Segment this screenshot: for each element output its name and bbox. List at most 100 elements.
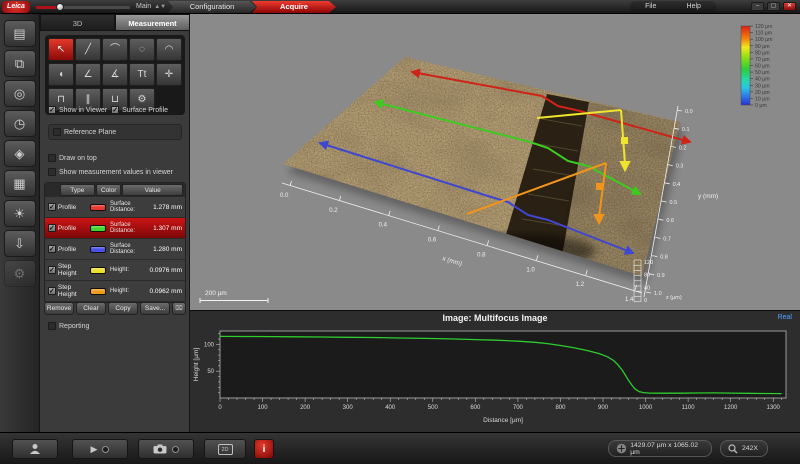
column-header-color[interactable]: Color bbox=[96, 184, 121, 196]
clear-button[interactable]: Clear bbox=[76, 302, 106, 315]
angle-tool-button[interactable]: ∠ bbox=[75, 63, 101, 86]
capture-button[interactable] bbox=[138, 439, 194, 459]
svg-text:0.7: 0.7 bbox=[663, 236, 671, 242]
color-swatch[interactable] bbox=[90, 204, 106, 211]
camera-acquisition-icon[interactable]: ⧉ bbox=[4, 50, 36, 77]
table-row[interactable]: ✓ProfileSurface Distance:1.280 mm bbox=[45, 239, 185, 260]
column-header-type[interactable]: Type bbox=[60, 184, 95, 196]
magnification-readout: 242X bbox=[720, 440, 768, 457]
display-2d-icon: 2D bbox=[218, 444, 233, 455]
intensity-slider[interactable] bbox=[36, 6, 130, 9]
table-row[interactable]: ✓ProfileSurface Distance:1.278 mm bbox=[45, 197, 185, 218]
svg-text:y (mm): y (mm) bbox=[698, 193, 718, 200]
color-swatch[interactable] bbox=[90, 267, 106, 274]
column-header-value[interactable]: Value bbox=[122, 184, 183, 196]
row-visibility-checkbox[interactable]: ✓ bbox=[48, 203, 56, 211]
layers-icon[interactable]: ◈ bbox=[4, 140, 36, 167]
mode-selector[interactable]: Main▲▼ bbox=[136, 1, 166, 13]
table-row[interactable]: ✓ProfileSurface Distance:1.307 mm bbox=[45, 218, 185, 239]
checkbox-box[interactable]: ✓ bbox=[111, 106, 119, 114]
checkbox-box[interactable] bbox=[48, 322, 56, 330]
table-row[interactable]: ✓Step HeightHeight:0.0962 mm bbox=[45, 281, 185, 302]
maintenance-icon[interactable]: ⚙ bbox=[4, 260, 36, 287]
checkbox-box[interactable] bbox=[48, 168, 56, 176]
acquisition-clock-icon[interactable]: ◷ bbox=[4, 110, 36, 137]
line-tool-button[interactable]: ╱ bbox=[75, 38, 101, 61]
magnifier-icon bbox=[728, 444, 738, 454]
info-stop-button[interactable]: i bbox=[254, 439, 274, 459]
spacer bbox=[46, 184, 59, 196]
row-visibility-checkbox[interactable]: ✓ bbox=[48, 266, 56, 274]
svg-text:0: 0 bbox=[218, 405, 222, 411]
chart-y-label: Height [µm] bbox=[193, 348, 200, 382]
checkbox-box[interactable] bbox=[53, 128, 61, 136]
mosaic-icon[interactable]: ▦ bbox=[4, 170, 36, 197]
maximize-button[interactable]: ▢ bbox=[767, 2, 780, 11]
row-visibility-checkbox[interactable]: ✓ bbox=[48, 224, 56, 232]
measurement-toolbox: ↖╱⌒◌◠◖∠∡Tt✛⊓∥⊔⚙ bbox=[45, 35, 185, 115]
select-tool-button[interactable]: ↖ bbox=[48, 38, 74, 61]
stage-icon[interactable]: ⇩ bbox=[4, 230, 36, 257]
svg-text:0.0: 0.0 bbox=[685, 109, 693, 115]
height-color-scale: 120 µm110 µm100 µm90 µm80 µm70 µm60 µm50… bbox=[741, 24, 772, 109]
panel-tabs: 3D Measurement bbox=[40, 14, 190, 31]
experiments-icon[interactable]: ▤ bbox=[4, 20, 36, 47]
tab-configuration[interactable]: Configuration bbox=[168, 1, 256, 13]
table-row[interactable]: ✓Step HeightHeight:0.0976 mm bbox=[45, 260, 185, 281]
surface-profile-checkbox[interactable]: ✓Surface Profile bbox=[111, 106, 168, 114]
scale-mode-link[interactable]: Real bbox=[778, 314, 792, 321]
color-swatch[interactable] bbox=[90, 225, 106, 232]
height-profile-chart[interactable]: 0100200300400500600700800900100011001200… bbox=[190, 326, 800, 432]
svg-text:0.8: 0.8 bbox=[477, 252, 486, 258]
checkbox-box[interactable]: ✓ bbox=[48, 106, 56, 114]
live-button[interactable]: ▶ bbox=[72, 439, 128, 459]
close-button[interactable]: ✕ bbox=[783, 2, 796, 11]
freeform-tool-button[interactable]: ◖ bbox=[48, 63, 74, 86]
measurement-value: 0.0962 mm bbox=[148, 288, 185, 295]
capture-status-led bbox=[172, 446, 179, 453]
color-swatch[interactable] bbox=[90, 288, 106, 295]
user-button[interactable] bbox=[12, 439, 58, 459]
spline-tool-button[interactable]: ⌒ bbox=[102, 38, 128, 61]
reference-plane-checkbox[interactable]: Reference Plane bbox=[48, 124, 182, 140]
copy-button[interactable]: Copy bbox=[108, 302, 138, 315]
measurement-type: Step Height bbox=[58, 284, 90, 298]
svg-text:120: 120 bbox=[644, 260, 653, 266]
checkbox-label: Show in Viewer bbox=[59, 107, 107, 114]
save-button[interactable]: Save... bbox=[140, 302, 170, 315]
slider-knob[interactable] bbox=[56, 3, 64, 11]
svg-text:1.4: 1.4 bbox=[625, 297, 634, 303]
angle-3point-tool-button[interactable]: ∡ bbox=[102, 63, 128, 86]
distance-tool-button[interactable]: ✛ bbox=[156, 63, 182, 86]
illumination-icon[interactable]: ☀ bbox=[4, 200, 36, 227]
viewer-3d[interactable]: 0.00.20.40.60.81.01.21.4x (mm)0.00.10.20… bbox=[190, 14, 800, 310]
ellipse-tool-button[interactable]: ◌ bbox=[129, 38, 155, 61]
field-of-view-icon bbox=[616, 443, 626, 454]
svg-text:0.4: 0.4 bbox=[379, 223, 388, 229]
draw-on-top-checkbox[interactable]: Draw on top bbox=[48, 154, 97, 162]
display-2d-button[interactable]: 2D bbox=[204, 439, 246, 459]
spinner-arrows-icon[interactable]: ▲▼ bbox=[154, 4, 166, 10]
checkbox-box[interactable] bbox=[48, 154, 56, 162]
arc-tool-button[interactable]: ◠ bbox=[156, 38, 182, 61]
delete-all-button[interactable]: ⌧ bbox=[172, 302, 186, 315]
color-swatch[interactable] bbox=[90, 246, 106, 253]
objective-icon[interactable]: ◎ bbox=[4, 80, 36, 107]
remove-button[interactable]: Remove bbox=[44, 302, 74, 315]
tab-acquire[interactable]: Acquire bbox=[252, 1, 336, 13]
tab-3d[interactable]: 3D bbox=[40, 14, 115, 31]
row-visibility-checkbox[interactable]: ✓ bbox=[48, 245, 56, 253]
tab-measurement[interactable]: Measurement bbox=[115, 14, 190, 31]
svg-text:100 µm: 100 µm bbox=[755, 37, 772, 43]
measurement-type: Step Height bbox=[58, 263, 90, 277]
menu-file[interactable]: File bbox=[645, 1, 656, 13]
minimize-button[interactable]: – bbox=[751, 2, 764, 11]
live-status-led bbox=[102, 446, 109, 453]
show-in-viewer-checkbox[interactable]: ✓Show in Viewer bbox=[48, 106, 107, 114]
text-tool-button[interactable]: Tt bbox=[129, 63, 155, 86]
svg-text:20 µm: 20 µm bbox=[755, 90, 770, 96]
reporting-checkbox[interactable]: Reporting bbox=[48, 322, 89, 330]
row-visibility-checkbox[interactable]: ✓ bbox=[48, 287, 56, 295]
show-values-checkbox[interactable]: Show measurement values in viewer bbox=[48, 168, 173, 176]
menu-help[interactable]: Help bbox=[687, 1, 701, 13]
